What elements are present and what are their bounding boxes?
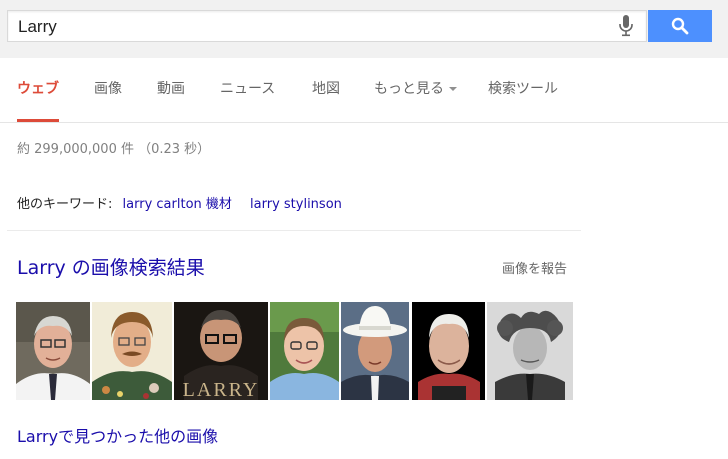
tab-images[interactable]: 画像: [94, 58, 122, 122]
image-thumbnail[interactable]: [16, 302, 90, 400]
image-thumbnail[interactable]: [341, 302, 409, 400]
image-thumbnail[interactable]: [270, 302, 339, 400]
thumbnail-overlay-text: LARRY: [183, 379, 260, 400]
search-input[interactable]: [16, 13, 610, 41]
more-images-link[interactable]: Larryで見つかった他の画像: [17, 423, 218, 447]
search-box[interactable]: [7, 10, 647, 42]
tab-news[interactable]: ニュース: [220, 58, 275, 122]
image-thumbnail[interactable]: LARRY: [174, 302, 268, 400]
related-keywords: 他のキーワード: larry carlton 機材 larry stylinso…: [17, 193, 342, 212]
related-link-carlton[interactable]: larry carlton 機材: [123, 197, 232, 212]
search-button[interactable]: [648, 10, 712, 42]
related-keywords-label: 他のキーワード:: [17, 197, 113, 212]
tab-more[interactable]: もっと見る: [374, 58, 457, 122]
microphone-icon[interactable]: [617, 14, 635, 38]
image-thumbnail[interactable]: [487, 302, 573, 400]
search-tabs: ウェブ 画像 動画 ニュース 地図 もっと見る 検索ツール: [0, 58, 728, 123]
related-link-stylinson[interactable]: larry stylinson: [250, 197, 342, 212]
image-thumbnail[interactable]: [412, 302, 485, 400]
search-header: [0, 0, 728, 58]
tab-maps[interactable]: 地図: [312, 58, 340, 122]
tab-search-tools[interactable]: 検索ツール: [488, 58, 558, 122]
search-icon: [671, 17, 689, 35]
image-thumbnail[interactable]: [92, 302, 172, 400]
report-images-link[interactable]: 画像を報告: [502, 258, 567, 277]
tab-videos[interactable]: 動画: [157, 58, 185, 122]
image-results-title[interactable]: Larry の画像検索結果: [17, 253, 205, 280]
section-divider: [7, 230, 581, 231]
result-stats: 約 299,000,000 件 （0.23 秒）: [17, 142, 211, 157]
dropdown-caret-icon: [449, 87, 457, 91]
tab-more-label: もっと見る: [374, 81, 444, 97]
tab-web[interactable]: ウェブ: [17, 58, 59, 122]
